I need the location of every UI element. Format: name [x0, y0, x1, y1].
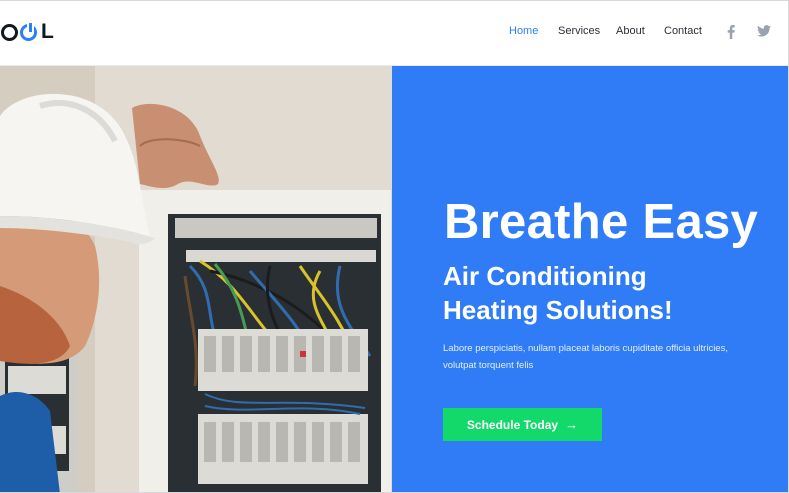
facebook-icon[interactable] — [726, 25, 736, 39]
power-icon — [20, 20, 37, 41]
arrow-right-icon: → — [565, 417, 579, 432]
schedule-today-button[interactable]: Schedule Today → — [443, 408, 602, 441]
nav-item-contact[interactable]: Contact — [664, 25, 702, 37]
hero-panel: Breathe Easy Air Conditioning Heating So… — [392, 66, 788, 492]
site-header: L OOL Home Services About Contact — [0, 1, 788, 66]
site-logo[interactable]: L OOL — [0, 19, 54, 45]
page-frame: L OOL Home Services About Contact — [0, 0, 789, 493]
logo-letter-o — [1, 23, 18, 41]
hero-photo-electrician — [0, 66, 392, 492]
hero-subtitle: Air Conditioning Heating Solutions! — [443, 259, 773, 327]
hero-subtitle-line1: Air Conditioning — [443, 261, 647, 291]
cta-label: Schedule Today — [466, 417, 559, 432]
hero-subtitle-line2: Heating Solutions! — [443, 295, 673, 325]
nav-item-home[interactable]: Home — [509, 25, 538, 37]
nav-item-services[interactable]: Services — [558, 25, 600, 37]
hero-body-text: Labore perspiciatis, nullam placeat labo… — [443, 343, 728, 371]
twitter-icon[interactable] — [757, 25, 771, 37]
hero-title: Breathe Easy — [444, 195, 759, 249]
nav-item-about[interactable]: About — [616, 25, 645, 37]
logo-letter-l: L — [41, 20, 55, 43]
